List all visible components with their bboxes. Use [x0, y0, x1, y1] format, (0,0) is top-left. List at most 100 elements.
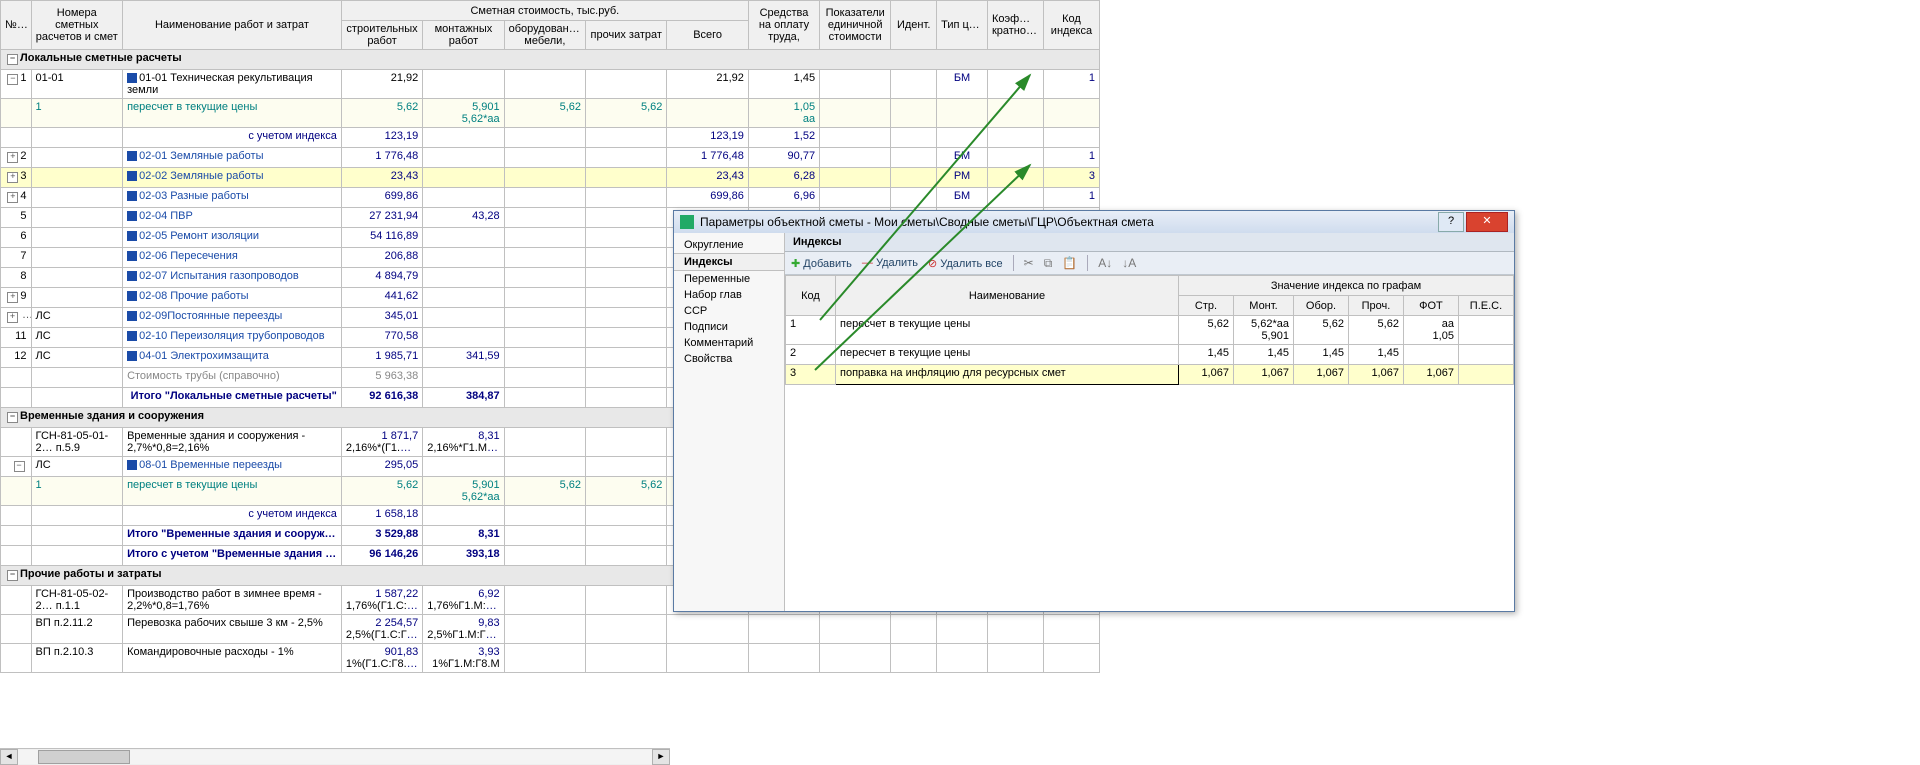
sidebar-item[interactable]: Комментарий — [674, 335, 784, 351]
add-button[interactable]: Добавить — [791, 257, 852, 270]
index-row[interactable]: 2пересчет в текущие цены1,451,451,451,45 — [786, 345, 1514, 365]
col-npp[interactable]: № п.п — [1, 1, 32, 50]
expand-icon[interactable]: + — [7, 192, 18, 203]
sidebar-item[interactable]: Подписи — [674, 319, 784, 335]
collapse-icon[interactable]: − — [7, 570, 18, 581]
table-row[interactable]: −Локальные сметные расчеты — [1, 50, 1100, 70]
cell: пересчет в текущие цены — [836, 345, 1179, 365]
cell — [31, 546, 123, 566]
col-nomera[interactable]: Номера сметных расчетов и смет — [31, 1, 123, 50]
expand-icon[interactable]: + — [7, 292, 18, 303]
section-header[interactable]: −Локальные сметные расчеты — [1, 50, 1100, 70]
sidebar-item[interactable]: Индексы — [674, 253, 784, 271]
collapse-icon[interactable]: − — [7, 54, 18, 65]
icol-obor[interactable]: Обор. — [1293, 296, 1348, 316]
expand-icon[interactable]: + — [7, 172, 18, 183]
icol-mont[interactable]: Монт. — [1233, 296, 1293, 316]
cell: пересчет в текущие цены — [123, 477, 342, 506]
sort-desc-icon[interactable]: ↓A — [1122, 256, 1136, 270]
table-row[interactable]: ВП п.2.11.2Перевозка рабочих свыше 3 км … — [1, 615, 1100, 644]
sidebar-item[interactable]: ССР — [674, 303, 784, 319]
cell: 1,45 — [748, 70, 819, 99]
cell: 5,62 — [586, 477, 667, 506]
col-stroi[interactable]: строительных работ — [341, 21, 422, 50]
expand-icon[interactable]: + — [7, 312, 18, 323]
horizontal-scrollbar[interactable]: ◄ ► — [0, 748, 670, 765]
cell: 6,96 — [748, 188, 819, 208]
icol-name[interactable]: Наименование — [836, 276, 1179, 316]
index-row[interactable]: 1пересчет в текущие цены5,625,62*аа5,901… — [786, 316, 1514, 345]
close-button[interactable]: ✕ — [1466, 212, 1508, 232]
cell — [504, 348, 585, 368]
cell: 123,19 — [341, 128, 422, 148]
cell[interactable]: поправка на инфляцию для ресурсных смет — [836, 365, 1179, 385]
col-cost-group[interactable]: Сметная стоимость, тыс.руб. — [341, 1, 748, 21]
table-row[interactable]: −101-0101-01 Техническая рекультивация з… — [1, 70, 1100, 99]
doc-icon — [127, 191, 137, 201]
cell — [937, 99, 988, 128]
expand-icon[interactable]: + — [7, 152, 18, 163]
cell — [987, 188, 1043, 208]
paste-icon[interactable]: 📋 — [1062, 256, 1077, 270]
help-button[interactable]: ? — [1438, 212, 1464, 232]
col-tip[interactable]: Тип цены — [937, 1, 988, 50]
cell — [423, 457, 504, 477]
cell — [586, 168, 667, 188]
col-name[interactable]: Наименование работ и затрат — [123, 1, 342, 50]
col-proch[interactable]: прочих затрат — [586, 21, 667, 50]
col-sred[interactable]: Средства на оплату труда, — [748, 1, 819, 50]
icol-kod[interactable]: Код — [786, 276, 836, 316]
dialog-sidebar[interactable]: ОкруглениеИндексыПеременныеНабор главССР… — [674, 233, 785, 611]
cell: 5,62 — [504, 99, 585, 128]
icol-fot[interactable]: ФОТ — [1403, 296, 1458, 316]
col-kod[interactable]: Код индекса — [1043, 1, 1099, 50]
app-icon — [680, 215, 694, 229]
sort-asc-icon[interactable]: A↓ — [1098, 256, 1112, 270]
cell — [504, 248, 585, 268]
icol-proch[interactable]: Проч. — [1348, 296, 1403, 316]
cell: аа1,05 — [1403, 316, 1458, 345]
col-obor[interactable]: оборудования, мебели, — [504, 21, 585, 50]
table-row[interactable]: с учетом индекса123,19123,191,52 — [1, 128, 1100, 148]
delete-all-button[interactable]: Удалить все — [928, 257, 1003, 270]
collapse-icon[interactable]: − — [7, 412, 18, 423]
cell: 1 — [31, 99, 123, 128]
doc-icon — [127, 351, 137, 361]
table-row[interactable]: ВП п.2.10.3Командировочные расходы - 1%9… — [1, 644, 1100, 673]
table-row[interactable]: +202-01 Земляные работы1 776,481 776,489… — [1, 148, 1100, 168]
col-koef[interactable]: Коэффици… кратности — [987, 1, 1043, 50]
cell — [1, 546, 32, 566]
cell: Временные здания и сооружения - 2,7%*0,8… — [123, 428, 342, 457]
sidebar-item[interactable]: Переменные — [674, 271, 784, 287]
index-row[interactable]: 3поправка на инфляцию для ресурсных смет… — [786, 365, 1514, 385]
sidebar-item[interactable]: Набор глав — [674, 287, 784, 303]
col-ident[interactable]: Идент. — [891, 1, 937, 50]
scroll-right-button[interactable]: ► — [652, 749, 670, 765]
sidebar-item[interactable]: Свойства — [674, 351, 784, 367]
delete-button[interactable]: Удалить — [862, 257, 918, 269]
cell — [504, 506, 585, 526]
table-row[interactable]: +302-02 Земляные работы23,4323,436,28РМ3 — [1, 168, 1100, 188]
cell — [586, 644, 667, 673]
icol-zn[interactable]: Значение индекса по графам — [1178, 276, 1513, 296]
icol-pes[interactable]: П.Е.С. — [1458, 296, 1513, 316]
sidebar-item[interactable]: Округление — [674, 237, 784, 253]
icol-str[interactable]: Стр. — [1178, 296, 1233, 316]
col-mont[interactable]: монтажных работ — [423, 21, 504, 50]
copy-icon[interactable]: ⧉ — [1044, 256, 1053, 271]
cell: 90,77 — [748, 148, 819, 168]
col-vsego[interactable]: Всего — [667, 21, 748, 50]
cell — [891, 70, 937, 99]
collapse-icon[interactable]: − — [14, 461, 25, 472]
dialog-titlebar[interactable]: Параметры объектной сметы - Мои сметы\Св… — [674, 211, 1514, 233]
collapse-icon[interactable]: − — [7, 74, 18, 85]
table-row[interactable]: +402-03 Разные работы699,86699,866,96БМ1 — [1, 188, 1100, 208]
cell: Итого "Временные здания и сооружения" — [123, 526, 342, 546]
table-row[interactable]: 1пересчет в текущие цены5,625,9015,62*аа… — [1, 99, 1100, 128]
cut-icon[interactable]: ✂ — [1024, 256, 1034, 270]
index-grid[interactable]: Код Наименование Значение индекса по гра… — [785, 275, 1514, 611]
cell: 1,45 — [1178, 345, 1233, 365]
scroll-left-button[interactable]: ◄ — [0, 749, 18, 765]
col-pokaz[interactable]: Показатели единичной стоимости — [820, 1, 891, 50]
scroll-thumb[interactable] — [38, 750, 130, 764]
